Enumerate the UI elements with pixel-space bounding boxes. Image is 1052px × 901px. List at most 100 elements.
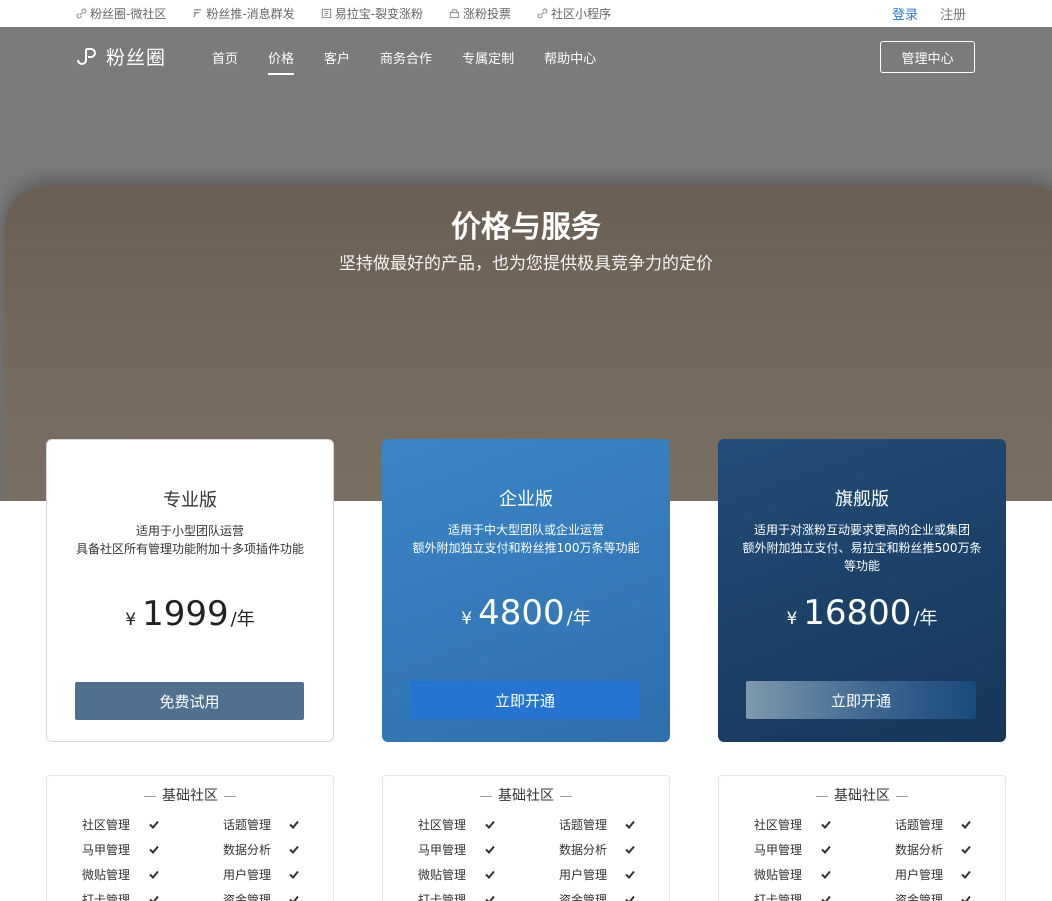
price-currency: ¥ bbox=[461, 609, 473, 629]
plan-desc-line: 适用于中大型团队或企业运营 bbox=[447, 523, 604, 537]
check-icon bbox=[961, 870, 971, 879]
check-icon bbox=[961, 845, 971, 854]
plan-price: ¥ 1999 /年 bbox=[47, 594, 333, 634]
plan-name: 旗舰版 bbox=[835, 489, 889, 510]
product-link-miniapp[interactable]: 社区小程序 bbox=[537, 5, 611, 22]
feature-item-label: 马甲管理 bbox=[418, 843, 467, 857]
push-icon bbox=[193, 9, 202, 18]
check-icon bbox=[149, 895, 159, 901]
check-icon bbox=[821, 820, 831, 829]
feature-card-flagship: 基础社区 社区管理 话题管理 马甲管理 数据分析 微贴管理 用户管理 打卡管理 资金管理 bbox=[718, 775, 1006, 901]
price-currency: ¥ bbox=[786, 609, 798, 629]
feature-item-label: 打卡管理 bbox=[418, 893, 467, 901]
plan-name: 专业版 bbox=[163, 490, 217, 511]
price-amount: 4800 bbox=[478, 593, 565, 633]
feature-card-pro: 基础社区 社区管理 话题管理 马甲管理 数据分析 微贴管理 用户管理 打卡管理 资金管理 bbox=[46, 775, 334, 901]
feature-item-label: 话题管理 bbox=[895, 818, 944, 832]
nav-item-custom[interactable]: 专属定制 bbox=[462, 48, 514, 69]
feature-section-title: 基础社区 bbox=[383, 785, 669, 805]
plan-desc-line: 额外附加独立支付、易拉宝和粉丝推500万条等功能 bbox=[742, 541, 982, 573]
check-icon bbox=[289, 845, 299, 854]
subscribe-enterprise-button[interactable]: 立即开通 bbox=[410, 681, 640, 719]
site-logo[interactable]: 粉丝圈 bbox=[76, 43, 166, 70]
banner-icon bbox=[321, 8, 331, 19]
feature-section-title: 基础社区 bbox=[47, 785, 333, 805]
feature-item-label: 社区管理 bbox=[418, 818, 467, 832]
plan-desc-line: 适用于对涨粉互动要求更高的企业或集团 bbox=[753, 523, 970, 537]
feature-item-label: 用户管理 bbox=[895, 868, 944, 882]
product-link-label: 社区小程序 bbox=[551, 7, 612, 21]
nav-item-customers[interactable]: 客户 bbox=[324, 48, 350, 69]
link-icon bbox=[76, 8, 87, 19]
nav-item-business[interactable]: 商务合作 bbox=[380, 48, 432, 69]
check-icon bbox=[821, 845, 831, 854]
product-link-label: 易拉宝-裂变涨粉 bbox=[334, 7, 424, 21]
feature-item-label: 马甲管理 bbox=[754, 843, 803, 857]
feature-item-label: 数据分析 bbox=[223, 843, 272, 857]
check-icon bbox=[149, 820, 159, 829]
check-icon bbox=[821, 895, 831, 901]
product-link-label: 粉丝推-消息群发 bbox=[206, 7, 295, 21]
logo-text: 粉丝圈 bbox=[106, 47, 167, 69]
plan-price: ¥ 4800 /年 bbox=[382, 593, 670, 633]
check-icon bbox=[289, 895, 299, 901]
feature-item-label: 用户管理 bbox=[559, 868, 608, 882]
check-icon bbox=[149, 870, 159, 879]
feature-item-label: 话题管理 bbox=[559, 818, 608, 832]
plan-desc-line: 额外附加独立支付和粉丝推100万条等功能 bbox=[412, 541, 640, 555]
plan-name: 企业版 bbox=[499, 489, 553, 510]
price-amount: 1999 bbox=[142, 594, 229, 634]
feature-item-label: 话题管理 bbox=[223, 818, 272, 832]
check-icon bbox=[625, 870, 635, 879]
feature-item-label: 资金管理 bbox=[559, 893, 608, 901]
nav-item-pricing[interactable]: 价格 bbox=[268, 48, 295, 75]
price-unit: /年 bbox=[566, 608, 591, 629]
plan-price: ¥ 16800 /年 bbox=[718, 593, 1006, 633]
feature-section-title: 基础社区 bbox=[719, 785, 1005, 805]
feature-item-label: 微贴管理 bbox=[754, 868, 803, 882]
nav-item-home[interactable]: 首页 bbox=[212, 48, 238, 69]
feature-item-label: 微贴管理 bbox=[82, 868, 131, 882]
subscribe-flagship-button[interactable]: 立即开通 bbox=[746, 681, 976, 719]
feature-item-label: 打卡管理 bbox=[754, 893, 803, 901]
login-link[interactable]: 登录 bbox=[892, 4, 918, 23]
nav-menu: 首页 价格 客户 商务合作 专属定制 帮助中心 bbox=[212, 27, 626, 89]
check-icon bbox=[821, 870, 831, 879]
price-currency: ¥ bbox=[125, 610, 137, 630]
nav-item-help[interactable]: 帮助中心 bbox=[544, 48, 596, 69]
product-link-fanspush[interactable]: 粉丝推-消息群发 bbox=[192, 5, 295, 22]
product-link-fansquan[interactable]: 粉丝圈-微社区 bbox=[76, 5, 166, 22]
price-unit: /年 bbox=[230, 609, 255, 630]
product-link-banner[interactable]: 易拉宝-裂变涨粉 bbox=[321, 5, 423, 22]
check-icon bbox=[485, 845, 495, 854]
link-icon bbox=[537, 8, 548, 19]
product-link-label: 粉丝圈-微社区 bbox=[90, 7, 167, 21]
plan-description: 适用于小型团队运营 具备社区所有管理功能附加十多项插件功能 bbox=[71, 522, 309, 558]
check-icon bbox=[485, 895, 495, 901]
auth-links: 登录 注册 bbox=[892, 0, 966, 27]
feature-item-label: 马甲管理 bbox=[82, 843, 131, 857]
vote-icon bbox=[449, 9, 460, 19]
check-icon bbox=[961, 895, 971, 901]
product-link-label: 涨粉投票 bbox=[463, 7, 512, 21]
free-trial-button[interactable]: 免费试用 bbox=[75, 682, 304, 720]
top-utility-bar: 粉丝圈-微社区 粉丝推-消息群发 易拉宝-裂变涨粉 涨粉投票 社区小程序 登录 … bbox=[0, 0, 1052, 27]
product-link-vote[interactable]: 涨粉投票 bbox=[449, 5, 511, 22]
check-icon bbox=[485, 820, 495, 829]
check-icon bbox=[149, 845, 159, 854]
feature-item-label: 数据分析 bbox=[895, 843, 944, 857]
admin-center-button[interactable]: 管理中心 bbox=[880, 41, 975, 73]
check-icon bbox=[625, 845, 635, 854]
price-amount: 16800 bbox=[803, 593, 912, 633]
page-title: 价格与服务 bbox=[451, 210, 601, 245]
price-unit: /年 bbox=[913, 608, 938, 629]
logo-mark-icon bbox=[77, 47, 96, 65]
feature-item-label: 资金管理 bbox=[223, 893, 272, 901]
plan-description: 适用于对涨粉互动要求更高的企业或集团 额外附加独立支付、易拉宝和粉丝推500万条… bbox=[742, 521, 982, 575]
plan-card-flagship: 旗舰版 适用于对涨粉互动要求更高的企业或集团 额外附加独立支付、易拉宝和粉丝推5… bbox=[718, 439, 1006, 742]
register-link[interactable]: 注册 bbox=[940, 4, 966, 23]
check-icon bbox=[625, 895, 635, 901]
check-icon bbox=[485, 870, 495, 879]
feature-card-enterprise: 基础社区 社区管理 话题管理 马甲管理 数据分析 微贴管理 用户管理 打卡管理 资金管理 bbox=[382, 775, 670, 901]
feature-item-label: 资金管理 bbox=[895, 893, 944, 901]
